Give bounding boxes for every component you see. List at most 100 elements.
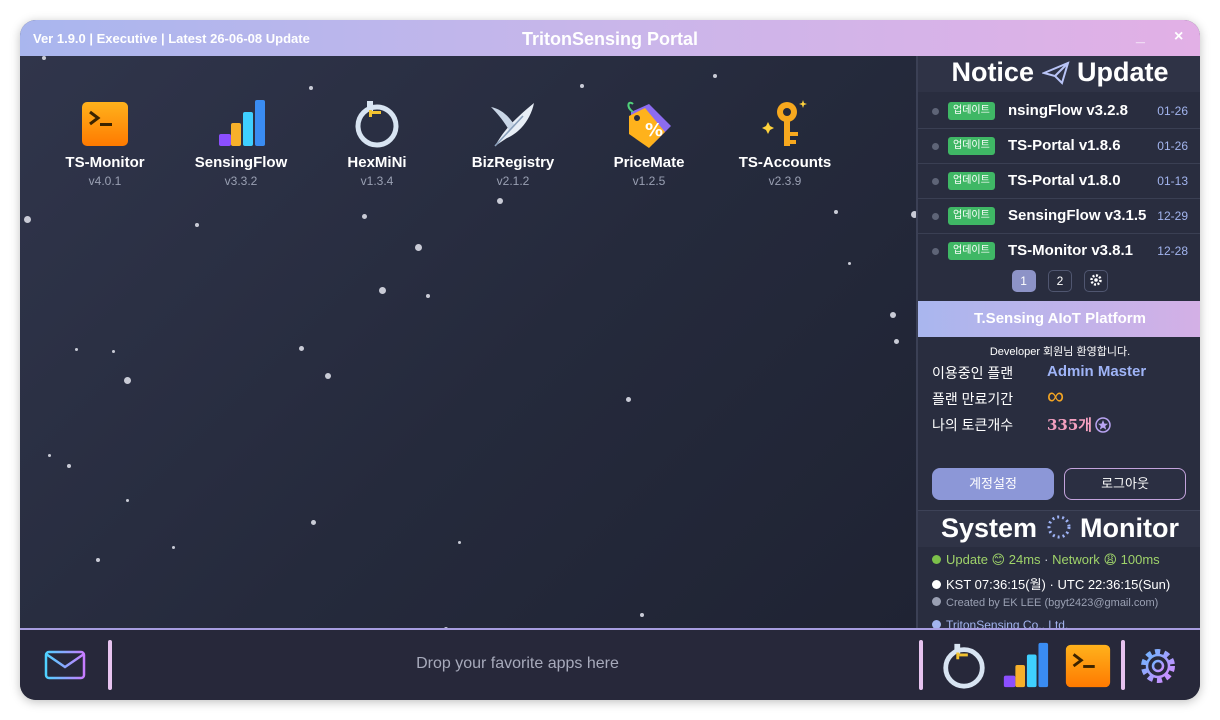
bullet-dot xyxy=(932,248,939,255)
snowflake xyxy=(96,558,100,562)
notice-item-title: TS-Portal v1.8.0 xyxy=(1008,172,1121,189)
app-sensingflow[interactable]: SensingFlow v3.3.2 xyxy=(186,98,296,188)
snowflake xyxy=(172,546,175,549)
app-version: v4.0.1 xyxy=(88,174,122,188)
snowflake xyxy=(112,350,115,353)
page-button-1[interactable]: 1 xyxy=(1011,270,1036,292)
app-version: v3.3.2 xyxy=(224,174,258,188)
system-header: System Monitor xyxy=(918,510,1200,547)
dock-bar: Drop your favorite apps here xyxy=(20,628,1200,700)
portal-window: Ver 1.9.0 | Executive | Latest 26-06-08 … xyxy=(20,20,1200,700)
logout-button[interactable]: 로그아웃 xyxy=(1064,468,1186,500)
update-badge: 업데이트 xyxy=(948,242,995,260)
app-name: PriceMate xyxy=(613,154,685,171)
snowflake xyxy=(126,499,129,502)
app-bizregistry[interactable]: BizRegistry v2.1.2 xyxy=(458,98,568,188)
terminal-icon xyxy=(79,98,131,150)
notice-item[interactable]: 업데이트 TS-Monitor v3.8.1 12-28 xyxy=(918,234,1200,268)
svg-text:%: % xyxy=(645,120,663,141)
app-name: SensingFlow xyxy=(194,154,288,171)
platform-header: T.Sensing AIoT Platform xyxy=(918,301,1200,337)
app-hexmini[interactable]: HexMiNi v1.3.4 xyxy=(322,98,432,188)
created-by: Created by EK LEE (bgyt2423@gmail.com) xyxy=(946,597,1159,609)
app-ts-monitor[interactable]: TS-Monitor v4.0.1 xyxy=(50,98,160,188)
snowflake xyxy=(894,339,899,344)
snowflake xyxy=(426,294,430,298)
update-badge: 업데이트 xyxy=(948,207,995,225)
notice-item-date: 12-28 xyxy=(1157,244,1188,258)
expiry-label: 플랜 만료기간 xyxy=(932,391,1014,407)
snowflake xyxy=(124,377,131,384)
snowflake xyxy=(848,262,851,265)
notice-item[interactable]: 업데이트 nsingFlow v3.2.8 01-26 xyxy=(918,94,1200,129)
title-bar[interactable]: Ver 1.9.0 | Executive | Latest 26-06-08 … xyxy=(20,20,1200,56)
snowflake xyxy=(458,541,461,544)
bar-chart-icon[interactable] xyxy=(1000,641,1050,696)
feather-icon xyxy=(487,98,539,150)
network-emoji: 😩 xyxy=(1103,552,1117,567)
snowflake xyxy=(24,216,31,223)
gear-icon[interactable] xyxy=(1136,644,1180,693)
plan-label: 이용중인 플랜 xyxy=(932,365,1014,381)
notice-item-title: nsingFlow v3.2.8 xyxy=(1008,102,1129,119)
bar-chart-icon xyxy=(215,98,267,150)
system-title-left: System xyxy=(940,513,1038,543)
app-version: v1.3.4 xyxy=(360,174,394,188)
snowflake xyxy=(626,397,631,402)
dock-separator xyxy=(1121,640,1125,690)
notice-settings-button[interactable] xyxy=(1084,270,1109,292)
separator: · xyxy=(1049,577,1054,592)
snowflake xyxy=(362,214,367,219)
tokens-label: 나의 토큰개수 xyxy=(932,417,1014,433)
page-button-2[interactable]: 2 xyxy=(1048,270,1072,292)
terminal-icon[interactable] xyxy=(1063,641,1113,696)
notice-item[interactable]: 업데이트 TS-Portal v1.8.6 01-26 xyxy=(918,129,1200,164)
dock-separator xyxy=(919,640,923,690)
dock-drop-hint: Drop your favorite apps here xyxy=(416,655,619,672)
credits-dot xyxy=(932,597,941,606)
notice-item[interactable]: 업데이트 TS-Portal v1.8.0 01-13 xyxy=(918,164,1200,199)
app-version: v2.1.2 xyxy=(496,174,530,188)
notice-pager: 1 2 xyxy=(918,270,1200,292)
app-name: TS-Accounts xyxy=(738,154,832,171)
bullet-dot xyxy=(932,213,939,220)
app-name: TS-Monitor xyxy=(65,154,145,171)
update-badge: 업데이트 xyxy=(948,172,995,190)
snowflake xyxy=(890,312,896,318)
notice-item-date: 12-29 xyxy=(1157,209,1188,223)
status-line: Update 😊 24ms · Network 😩 100ms xyxy=(932,552,1160,568)
notice-header: Notice Update xyxy=(918,56,1200,92)
notice-item-date: 01-26 xyxy=(1157,104,1188,118)
notice-list: 업데이트 nsingFlow v3.2.8 01-26 업데이트 TS-Port… xyxy=(918,94,1200,268)
bullet-dot xyxy=(932,108,939,115)
notice-title-left: Notice xyxy=(951,57,1034,87)
update-badge: 업데이트 xyxy=(948,137,995,155)
app-ts-accounts[interactable]: TS-Accounts v2.3.9 xyxy=(730,98,840,188)
snowflake xyxy=(75,348,78,351)
expiry-value: ∞ xyxy=(1047,383,1065,410)
account-settings-button[interactable]: 계정설정 xyxy=(932,468,1054,500)
gear-icon xyxy=(1090,274,1103,286)
minimize-button[interactable]: _ xyxy=(1136,28,1145,46)
token-star-icon xyxy=(1095,417,1111,438)
system-title-right: Monitor xyxy=(1080,513,1180,543)
price-tag-icon: % xyxy=(623,98,675,150)
snowflake xyxy=(42,56,46,60)
close-button[interactable]: × xyxy=(1174,28,1183,46)
snowflake xyxy=(299,346,304,351)
spinner-icon xyxy=(1045,513,1073,549)
cable-ring-icon[interactable] xyxy=(939,641,989,696)
snowflake xyxy=(48,454,51,457)
app-version: v2.3.9 xyxy=(768,174,802,188)
utc-time: UTC 22:36:15(Sun) xyxy=(1057,577,1171,592)
status-dot xyxy=(932,555,941,564)
app-pricemate[interactable]: % PriceMate v1.2.5 xyxy=(594,98,704,188)
notice-item-title: TS-Monitor v3.8.1 xyxy=(1008,242,1134,259)
notice-item-title: SensingFlow v3.1.5 xyxy=(1008,207,1147,224)
window-title: TritonSensing Portal xyxy=(521,29,699,49)
notice-item[interactable]: 업데이트 SensingFlow v3.1.5 12-29 xyxy=(918,199,1200,234)
bullet-dot xyxy=(932,143,939,150)
notice-item-date: 01-26 xyxy=(1157,139,1188,153)
update-emoji: 😊 xyxy=(991,552,1006,567)
app-name: BizRegistry xyxy=(471,154,555,171)
